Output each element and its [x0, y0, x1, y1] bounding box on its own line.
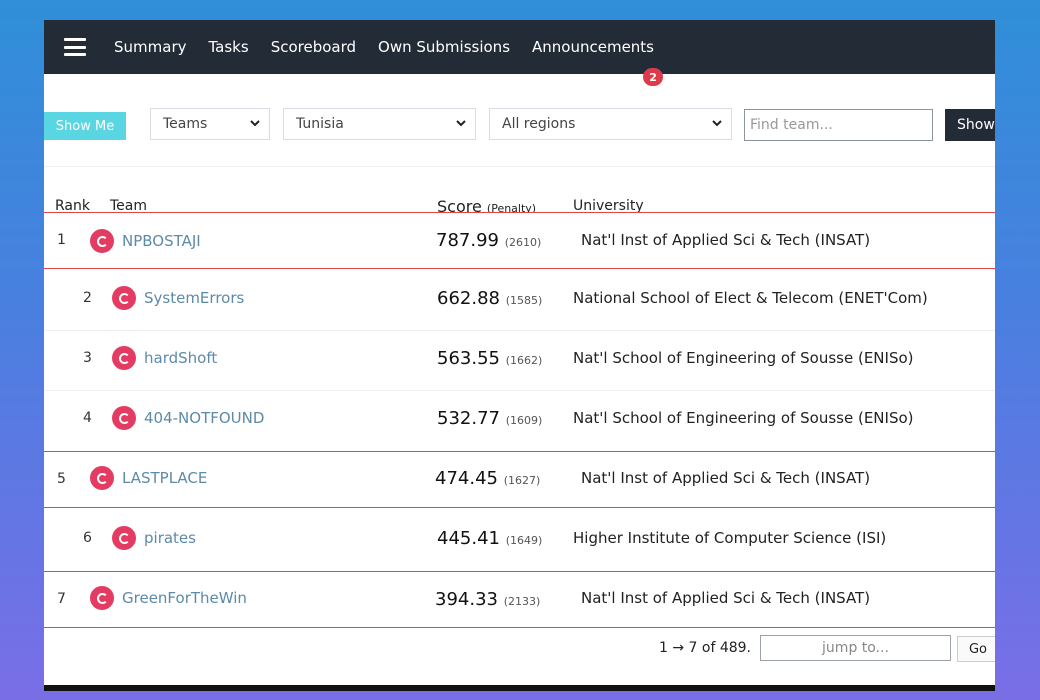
page-range: 1 → 7 of 489.: [659, 640, 752, 656]
team-cell[interactable]: hardShoft: [112, 346, 217, 370]
score-cell: 532.77 (1609): [437, 408, 542, 429]
team-cell[interactable]: NPBOSTAJI: [90, 229, 201, 253]
university-cell: Nat'l Inst of Applied Sci & Tech (INSAT): [581, 589, 871, 607]
team-badge-icon: [112, 286, 136, 310]
table-row: 5 LASTPLACE 474.45 (1627) Nat'l Inst of …: [44, 451, 995, 508]
filter-bar: Show Me Teams Tunisia All regions Find t…: [44, 108, 995, 142]
team-name[interactable]: pirates: [144, 529, 196, 547]
team-name[interactable]: NPBOSTAJI: [122, 232, 201, 250]
scoreboard-window: Summary Tasks Scoreboard Own Submissions…: [44, 20, 995, 685]
menu-icon[interactable]: [64, 38, 86, 56]
rank-cell: 1: [57, 232, 66, 248]
nav-own-submissions[interactable]: Own Submissions: [378, 38, 510, 56]
rank-cell: 2: [83, 290, 92, 306]
team-badge-icon: [90, 466, 114, 490]
score-value: 662.88: [437, 288, 500, 309]
university-cell: National School of Elect & Telecom (ENET…: [573, 289, 928, 307]
penalty-value: (1649): [505, 534, 543, 547]
announcements-badge: 2: [643, 68, 664, 86]
score-value: 445.41: [437, 528, 500, 549]
region-select[interactable]: All regions: [489, 108, 732, 140]
university-cell: Higher Institute of Computer Science (IS…: [573, 529, 887, 547]
university-cell: Nat'l School of Engineering of Sousse (E…: [573, 409, 914, 427]
chevron-down-icon: [250, 120, 260, 127]
team-name[interactable]: SystemErrors: [144, 289, 244, 307]
score-value: 532.77: [437, 408, 500, 429]
chevron-down-icon: [456, 120, 466, 127]
penalty-value: (1627): [503, 474, 541, 487]
rank-cell: 3: [83, 350, 92, 366]
chevron-down-icon: [712, 120, 722, 127]
team-badge-icon: [112, 346, 136, 370]
score-value: 787.99: [436, 230, 499, 251]
team-badge-icon: [90, 586, 114, 610]
nav-summary[interactable]: Summary: [114, 38, 187, 56]
country-select-value: Tunisia: [296, 116, 344, 132]
nav-tasks[interactable]: Tasks: [209, 38, 249, 56]
score-cell: 445.41 (1649): [437, 528, 542, 549]
score-value: 474.45: [435, 468, 498, 489]
table-row: 6 pirates 445.41 (1649) Higher Institute…: [44, 510, 995, 568]
score-cell: 563.55 (1662): [437, 348, 542, 369]
go-button[interactable]: Go: [957, 636, 995, 662]
nav-scoreboard[interactable]: Scoreboard: [271, 38, 356, 56]
group-select[interactable]: Teams: [150, 108, 270, 140]
show-button[interactable]: Show: [945, 109, 995, 141]
table-row: 2 SystemErrors 662.88 (1585) National Sc…: [44, 270, 995, 328]
team-cell[interactable]: 404-NOTFOUND: [112, 406, 264, 430]
team-name[interactable]: hardShoft: [144, 349, 217, 367]
penalty-value: (1609): [505, 414, 543, 427]
show-me-button[interactable]: Show Me: [44, 112, 126, 140]
score-value: 563.55: [437, 348, 500, 369]
team-name[interactable]: GreenForTheWin: [122, 589, 247, 607]
table-row: 7 GreenForTheWin 394.33 (2133) Nat'l Ins…: [44, 571, 995, 628]
table-row: 4 404-NOTFOUND 532.77 (1609) Nat'l Schoo…: [44, 390, 995, 448]
team-cell[interactable]: LASTPLACE: [90, 466, 207, 490]
pagination: 1 → 7 of 489. jump to... Go: [44, 635, 995, 665]
team-badge-icon: [90, 229, 114, 253]
university-cell: Nat'l School of Engineering of Sousse (E…: [573, 349, 914, 367]
score-cell: 394.33 (2133): [435, 589, 540, 610]
nav-announcements[interactable]: Announcements 2: [532, 38, 664, 86]
team-name[interactable]: LASTPLACE: [122, 469, 207, 487]
penalty-value: (1662): [505, 354, 543, 367]
nav-announcements-label: Announcements: [532, 38, 655, 56]
region-select-value: All regions: [502, 116, 576, 132]
score-cell: 662.88 (1585): [437, 288, 542, 309]
team-badge-icon: [112, 526, 136, 550]
rank-cell: 4: [83, 410, 92, 426]
penalty-value: (2610): [504, 236, 542, 249]
group-select-value: Teams: [163, 116, 208, 132]
team-cell[interactable]: pirates: [112, 526, 196, 550]
penalty-value: (2133): [503, 595, 541, 608]
country-select[interactable]: Tunisia: [283, 108, 476, 140]
top-navbar: Summary Tasks Scoreboard Own Submissions…: [44, 20, 995, 86]
table-row: 3 hardShoft 563.55 (1662) Nat'l School o…: [44, 330, 995, 388]
nav-links: Summary Tasks Scoreboard Own Submissions…: [114, 38, 676, 86]
team-cell[interactable]: SystemErrors: [112, 286, 244, 310]
window-bottom-edge: [44, 685, 995, 691]
rank-cell: 6: [83, 530, 92, 546]
find-team-input[interactable]: Find team...: [744, 109, 933, 141]
score-cell: 474.45 (1627): [435, 468, 540, 489]
team-name[interactable]: 404-NOTFOUND: [144, 409, 264, 427]
score-cell: 787.99 (2610): [436, 230, 541, 251]
rank-cell: 7: [57, 591, 66, 607]
penalty-value: (1585): [505, 294, 543, 307]
team-cell[interactable]: GreenForTheWin: [90, 586, 247, 610]
university-cell: Nat'l Inst of Applied Sci & Tech (INSAT): [581, 469, 871, 487]
rank-cell: 5: [57, 471, 66, 487]
score-value: 394.33: [435, 589, 498, 610]
table-row: 1 NPBOSTAJI 787.99 (2610) Nat'l Inst of …: [44, 212, 995, 269]
university-cell: Nat'l Inst of Applied Sci & Tech (INSAT): [581, 231, 871, 249]
jump-to-input[interactable]: jump to...: [760, 635, 951, 661]
divider: [44, 166, 995, 167]
team-badge-icon: [112, 406, 136, 430]
